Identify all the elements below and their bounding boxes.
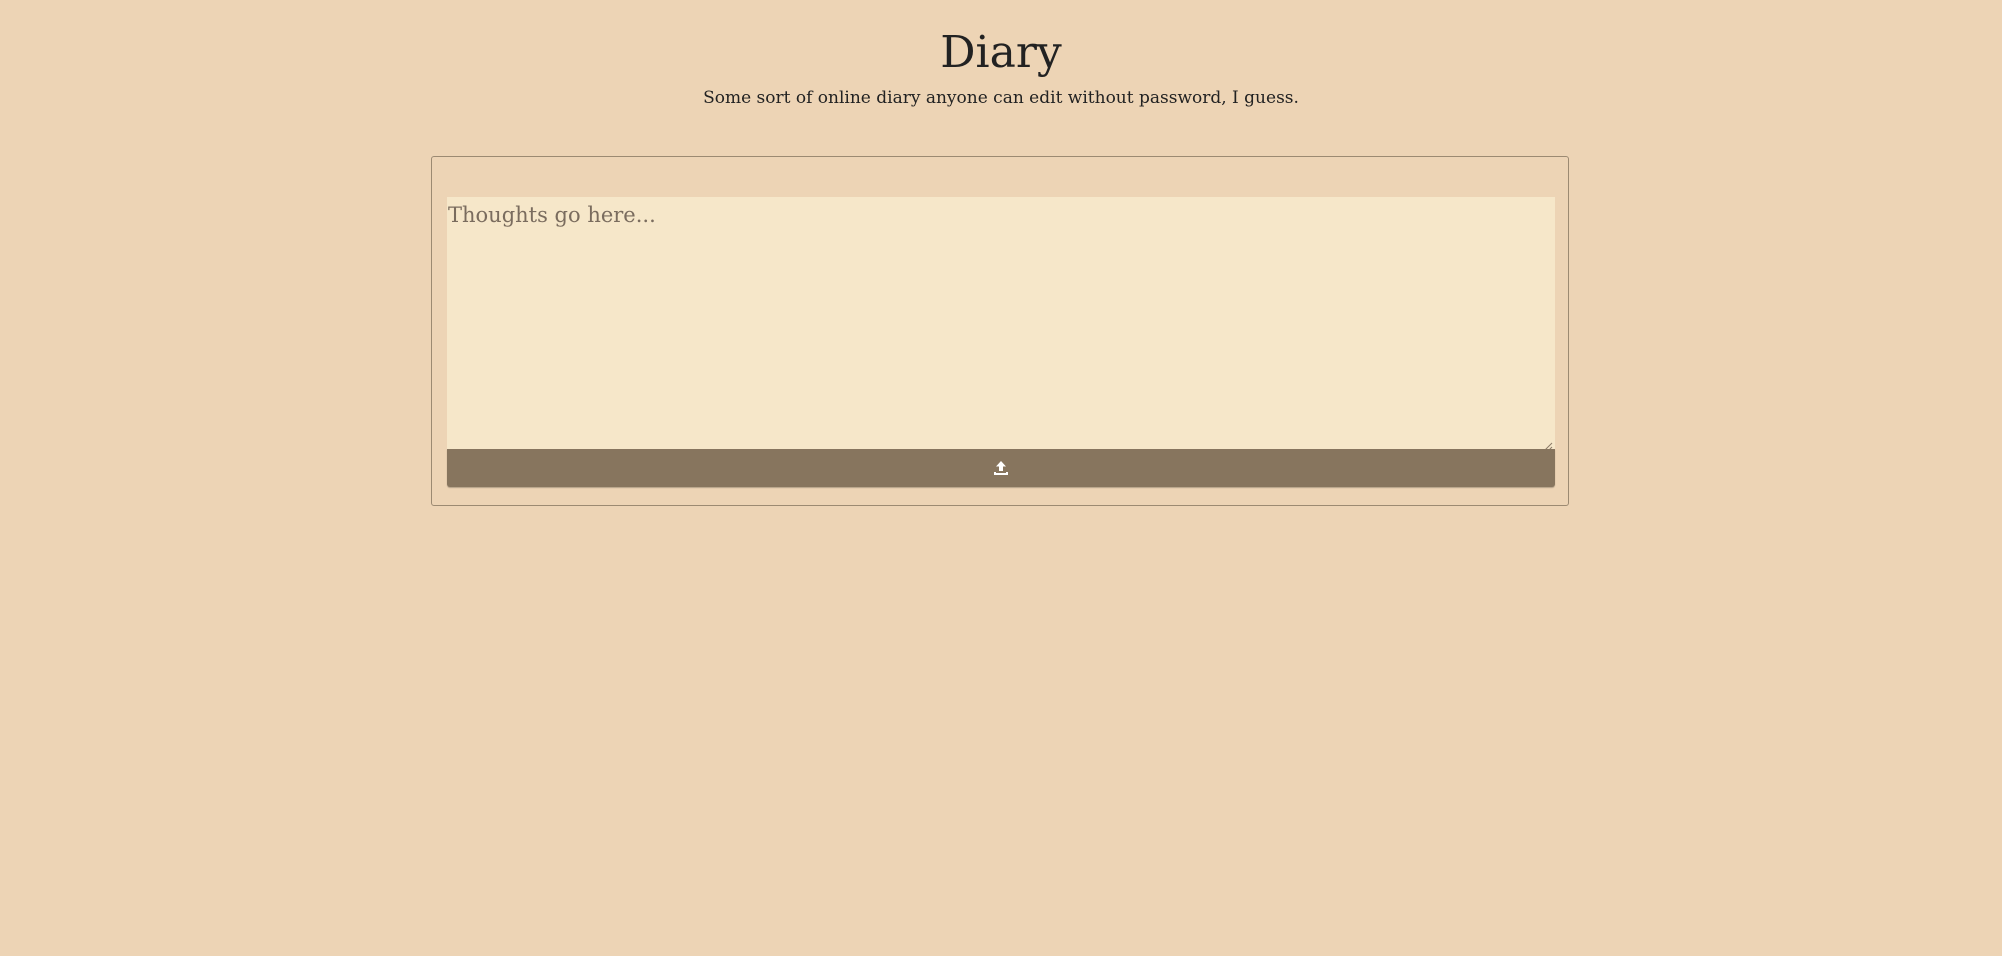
diary-entry-form xyxy=(431,156,1569,506)
page-title: Diary xyxy=(940,27,1062,78)
submit-entry-button[interactable] xyxy=(447,449,1555,487)
diary-entry-textarea[interactable] xyxy=(447,197,1555,449)
upload-icon xyxy=(993,460,1009,476)
page-subtitle: Some sort of online diary anyone can edi… xyxy=(703,88,1299,108)
textarea-resize-handle[interactable] xyxy=(1543,437,1553,452)
